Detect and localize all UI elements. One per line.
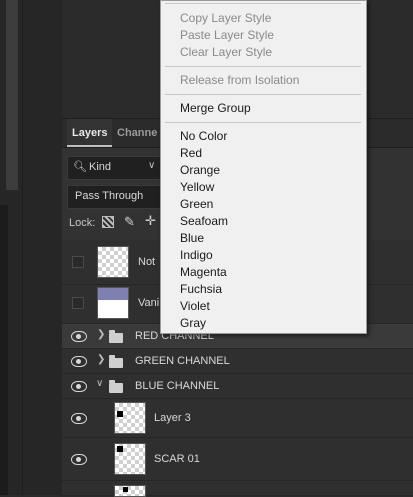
menu-item-paste-layer-style[interactable]: Paste Layer Style [180, 28, 274, 42]
layer-name: Layer 3 [154, 412, 191, 424]
visibility-toggle[interactable] [72, 297, 84, 309]
menu-item-color-fuchsia[interactable]: Fuchsia [180, 282, 222, 296]
folder-icon [109, 355, 123, 368]
layer-thumbnail [97, 287, 129, 319]
layer-thumbnail [114, 402, 146, 434]
blend-mode-dropdown[interactable]: Pass Through [67, 185, 163, 209]
menu-item-merge-group[interactable]: Merge Group [180, 101, 251, 115]
blend-mode-label: Pass Through [75, 190, 144, 202]
search-icon: 🔍︎ [73, 161, 87, 173]
menu-item-release-from-isolation[interactable]: Release from Isolation [180, 73, 299, 87]
group-row-blue-channel[interactable]: ∨ BLUE CHANNEL [62, 374, 413, 399]
menu-item-color-violet[interactable]: Violet [180, 299, 210, 313]
filter-kind-dropdown[interactable]: 🔍︎ Kind ∨ [67, 156, 161, 180]
eye-icon[interactable] [71, 381, 87, 392]
group-row-green-channel[interactable]: ❯ GREEN CHANNEL [62, 349, 413, 374]
layer-name: Not [138, 256, 156, 268]
menu-item-copy-layer-style[interactable]: Copy Layer Style [180, 11, 271, 25]
layer-row[interactable]: SCAR 01 [62, 438, 413, 481]
menu-item-color-magenta[interactable]: Magenta [180, 265, 227, 279]
menu-item-color-yellow[interactable]: Yellow [180, 180, 214, 194]
lock-position-icon[interactable]: ✛ [145, 213, 156, 229]
menu-item-color-no-color[interactable]: No Color [180, 129, 227, 143]
group-name: BLUE CHANNEL [135, 380, 220, 392]
layer-thumbnail [114, 443, 146, 475]
layer-row[interactable] [62, 481, 413, 497]
menu-item-color-blue[interactable]: Blue [180, 231, 204, 245]
chevron-down-icon[interactable]: ∨ [96, 378, 103, 389]
menu-separator [165, 66, 361, 67]
eye-icon[interactable] [71, 413, 87, 424]
layer-context-menu: Copy Layer Style Paste Layer Style Clear… [160, 0, 367, 334]
chevron-right-icon[interactable]: ❯ [97, 329, 105, 340]
menu-item-color-seafoam[interactable]: Seafoam [180, 214, 228, 228]
layer-row[interactable]: Layer 3 [62, 399, 413, 438]
left-divider [22, 0, 23, 495]
menu-separator [165, 3, 361, 4]
lock-image-pixels-icon[interactable]: ✎︎ [124, 214, 135, 230]
folder-icon [109, 330, 123, 343]
tab-channels[interactable]: Channe [117, 119, 157, 147]
group-name: GREEN CHANNEL [135, 355, 230, 367]
folder-open-icon [109, 380, 123, 393]
menu-item-clear-layer-style[interactable]: Clear Layer Style [180, 45, 272, 59]
menu-item-color-indigo[interactable]: Indigo [180, 248, 213, 262]
eye-icon[interactable] [71, 331, 87, 342]
toolbar-edge [0, 205, 8, 495]
lock-label: Lock: [69, 217, 96, 229]
menu-separator [165, 94, 361, 95]
layer-thumbnail [114, 485, 146, 497]
chevron-right-icon[interactable]: ❯ [97, 354, 105, 365]
chevron-down-icon: ∨ [148, 160, 156, 171]
lock-transparent-pixels-icon[interactable] [102, 216, 114, 228]
eye-icon[interactable] [71, 356, 87, 367]
visibility-toggle[interactable] [72, 256, 84, 268]
left-scrollbar[interactable] [6, 0, 18, 190]
menu-item-color-red[interactable]: Red [180, 146, 202, 160]
layer-thumbnail [97, 246, 129, 278]
eye-icon[interactable] [71, 454, 87, 465]
menu-separator [165, 122, 361, 123]
menu-item-color-green[interactable]: Green [180, 197, 213, 211]
menu-item-color-gray[interactable]: Gray [180, 316, 206, 330]
menu-item-color-orange[interactable]: Orange [180, 163, 220, 177]
kind-label: Kind [89, 161, 112, 173]
layer-name: SCAR 01 [154, 453, 200, 465]
tab-layers[interactable]: Layers [67, 119, 113, 147]
layer-name: Vani [138, 297, 160, 309]
